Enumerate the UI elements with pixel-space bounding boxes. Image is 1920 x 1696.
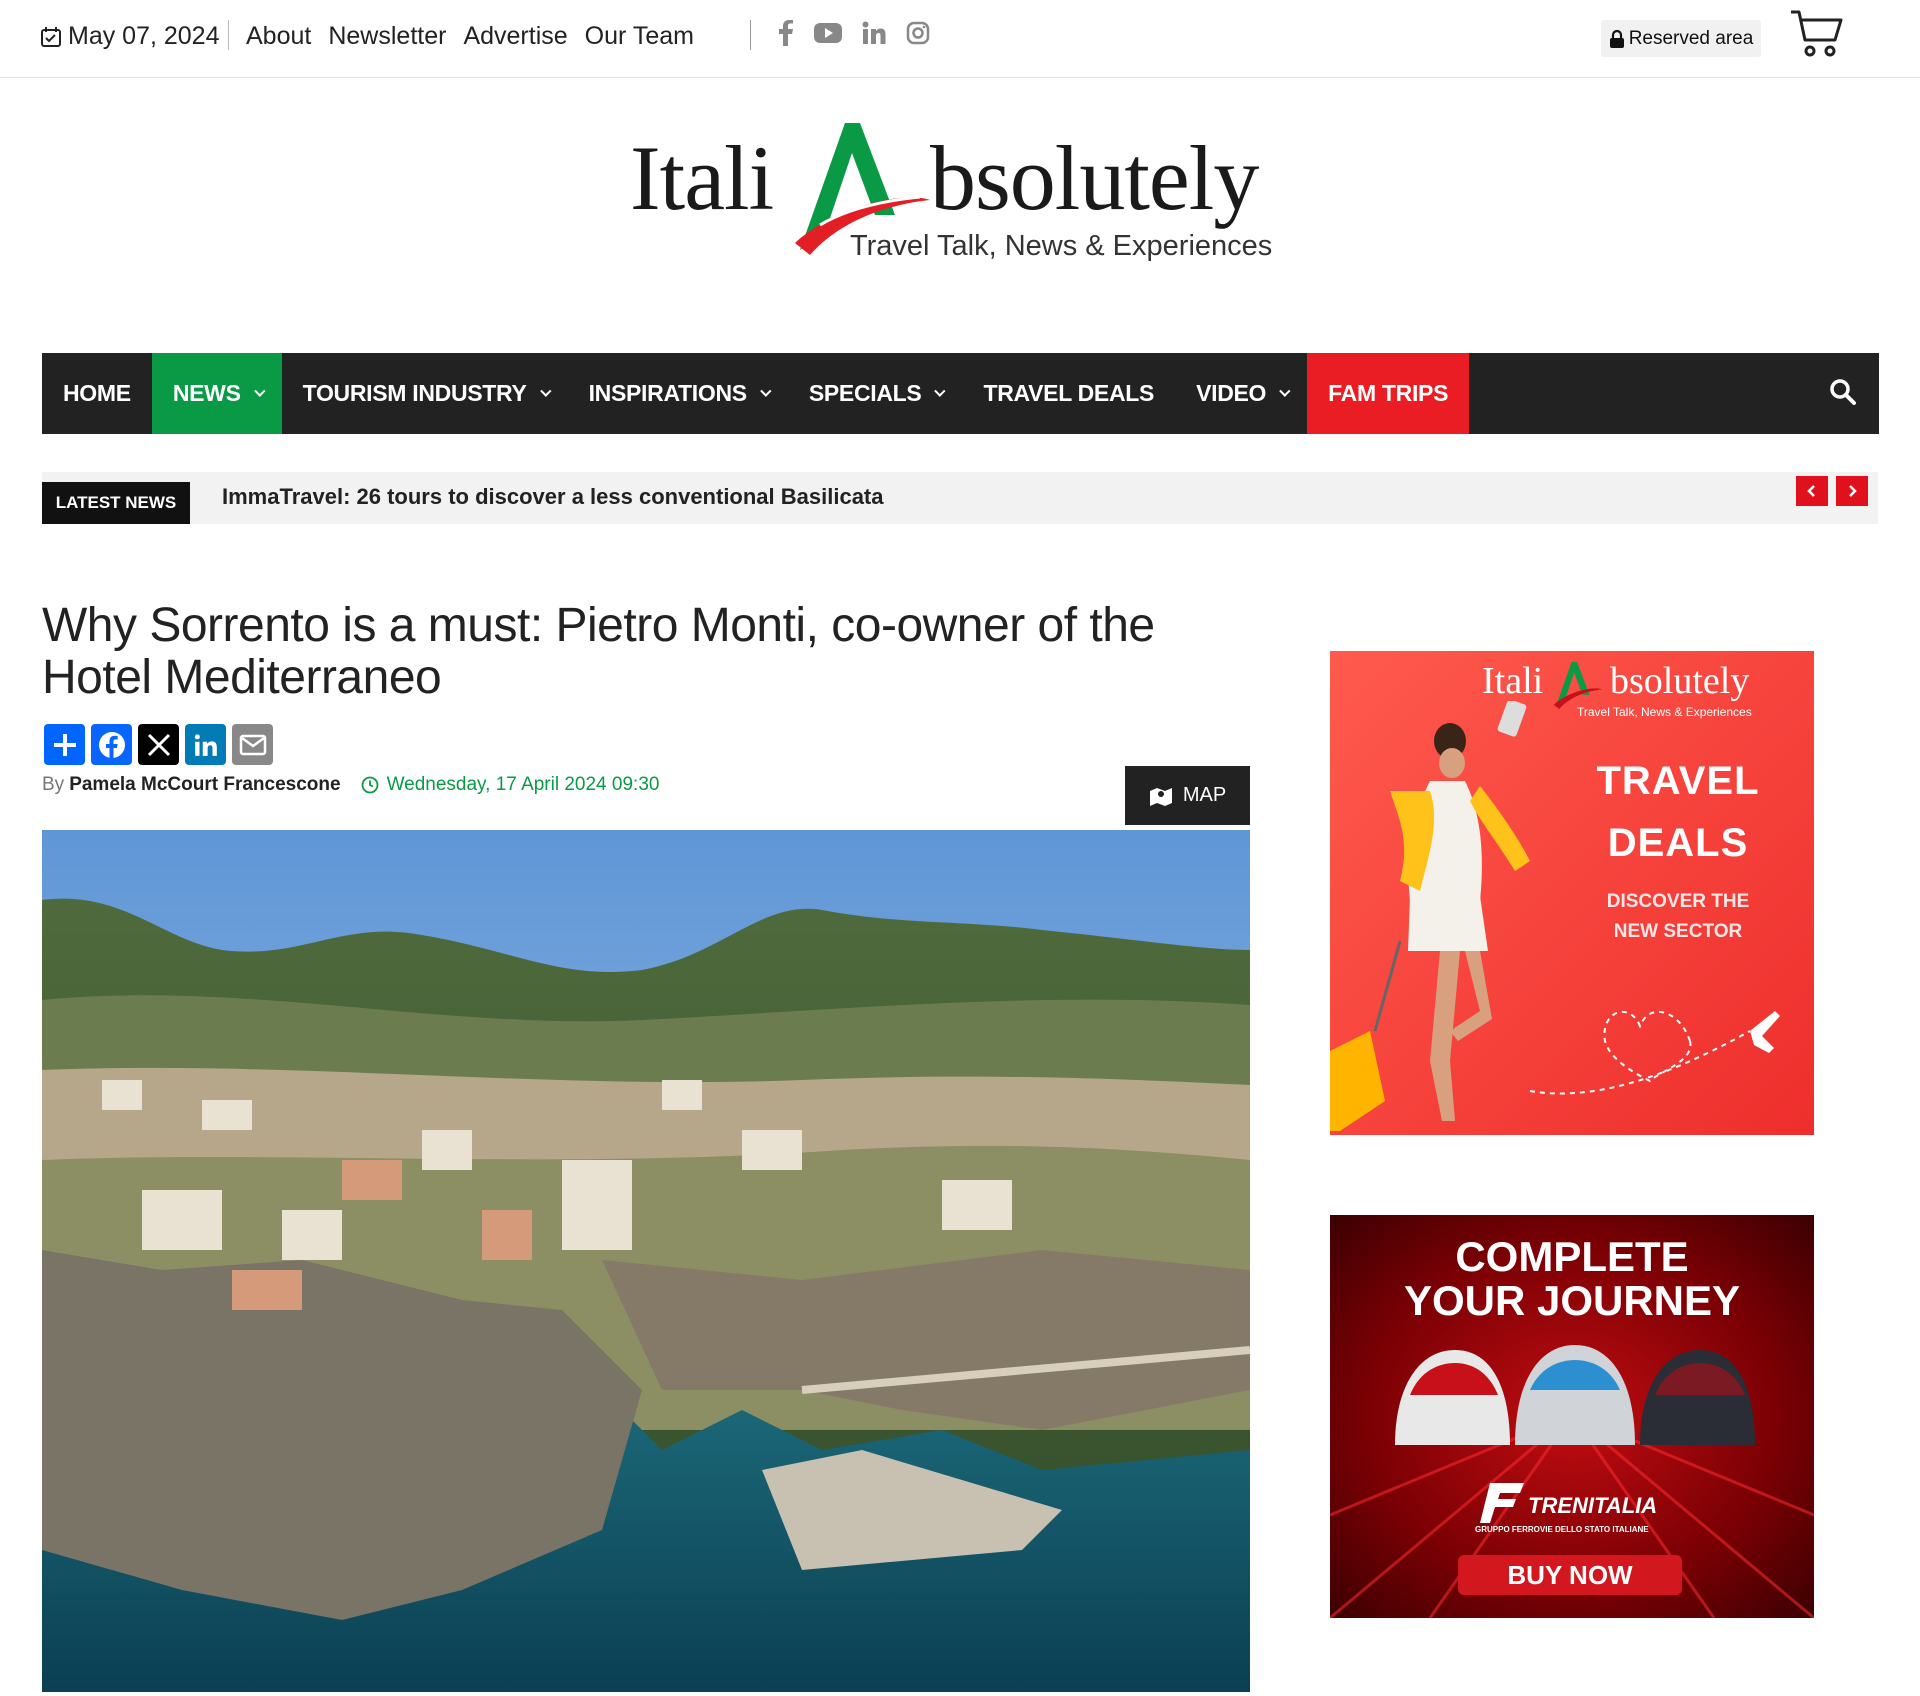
buy-now-label: BUY NOW <box>1507 1559 1633 1590</box>
by-label: By <box>42 774 65 795</box>
latest-news-ticker: LATEST NEWS ImmaTravel: 26 tours to disc… <box>42 472 1878 524</box>
instagram-icon[interactable] <box>906 21 930 45</box>
chevron-down-icon <box>759 385 772 397</box>
ad-sub-2: NEW SECTOR <box>1613 921 1743 942</box>
author-name[interactable]: Pamela McCourt Francescone <box>69 774 340 796</box>
article-hero-image <box>42 830 1250 1692</box>
trenitalia-brand: TRENITALIA <box>1528 1493 1658 1518</box>
nav-news[interactable]: NEWS <box>151 353 282 434</box>
share-x-button[interactable] <box>138 724 179 765</box>
share-add-button[interactable] <box>44 724 85 765</box>
heart-flight-path-icon <box>1529 1010 1780 1095</box>
nav-label: VIDEO <box>1196 380 1267 406</box>
ad-logo-word2: bsolutely <box>1610 660 1750 702</box>
nav-label: FAM TRIPS <box>1328 380 1449 406</box>
share-email-button[interactable] <box>232 724 273 765</box>
chevron-left-icon <box>1807 485 1815 497</box>
youtube-icon[interactable] <box>814 22 842 44</box>
link-our-team[interactable]: Our Team <box>585 22 694 51</box>
clock-icon <box>361 776 378 794</box>
ad-logo-word1: Itali <box>1482 660 1544 702</box>
trenitalia-logo-icon <box>1480 1483 1524 1523</box>
nav-specials[interactable]: SPECIALS <box>788 353 963 434</box>
nav-label: NEWS <box>172 380 241 406</box>
chevron-down-icon <box>934 385 946 397</box>
x-icon <box>147 733 170 756</box>
share-buttons <box>44 724 273 765</box>
email-icon <box>239 734 266 755</box>
nav-video[interactable]: VIDEO <box>1175 353 1307 434</box>
calendar-icon <box>41 26 61 47</box>
share-linkedin-button[interactable] <box>185 724 226 765</box>
reserved-area-label: Reserved area <box>1628 27 1754 49</box>
publish-date: Wednesday, 17 April 2024 09:30 <box>386 774 660 795</box>
ad-logo-tagline: Travel Talk, News & Experiences <box>1577 705 1752 719</box>
travel-deals-ad[interactable]: Itali bsolutely Travel Talk, News & Expe… <box>1330 651 1814 1135</box>
latest-news-badge: LATEST NEWS <box>42 482 190 524</box>
buy-now-button[interactable]: BUY NOW <box>1458 1555 1682 1595</box>
top-links: About Newsletter Advertise Our Team <box>246 22 694 51</box>
divider <box>750 20 751 50</box>
trenitalia-brand-sub: GRUPPO FERROVIE DELLO STATO ITALIANE <box>1475 1525 1649 1534</box>
chevron-down-icon <box>253 385 266 397</box>
nav-fam-trips[interactable]: FAM TRIPS <box>1307 353 1470 434</box>
divider <box>228 20 229 50</box>
site-logo[interactable]: Itali bsolutely Travel Talk, News & Expe… <box>630 115 1310 275</box>
linkedin-icon[interactable] <box>862 21 886 45</box>
ad-headline-2: DEALS <box>1607 821 1749 865</box>
chevron-right-icon <box>1849 485 1857 497</box>
main-navigation: HOME NEWS TOURISM INDUSTRY INSPIRATIONS … <box>42 353 1879 434</box>
logo-word-bsolutely: bsolutely <box>930 127 1259 229</box>
link-advertise[interactable]: Advertise <box>463 22 567 51</box>
nav-label: TRAVEL DEALS <box>983 380 1155 406</box>
search-icon[interactable] <box>1829 378 1857 406</box>
article-byline: By Pamela McCourt Francescone Wednesday,… <box>42 774 659 796</box>
facebook-icon[interactable] <box>778 20 794 46</box>
share-facebook-button[interactable] <box>91 724 132 765</box>
nav-home[interactable]: HOME <box>42 353 152 434</box>
nav-label: HOME <box>63 380 131 406</box>
ad-headline-1: TRAVEL <box>1596 759 1760 803</box>
nav-label: TOURISM INDUSTRY <box>302 380 527 406</box>
link-newsletter[interactable]: Newsletter <box>328 22 446 51</box>
cart-icon[interactable] <box>1789 8 1845 58</box>
ticker-prev-button[interactable] <box>1796 476 1828 506</box>
map-icon <box>1149 787 1172 806</box>
top-bar: May 07, 2024 About Newsletter Advertise … <box>0 0 1920 78</box>
ticker-next-button[interactable] <box>1836 476 1868 506</box>
map-label: MAP <box>1182 784 1227 806</box>
nav-inspirations[interactable]: INSPIRATIONS <box>568 353 788 434</box>
nav-tourism-industry[interactable]: TOURISM INDUSTRY <box>282 353 568 434</box>
link-about[interactable]: About <box>246 22 311 51</box>
ticker-headline[interactable]: ImmaTravel: 26 tours to discover a less … <box>222 484 884 510</box>
trenitalia-ad[interactable]: COMPLETE YOUR JOURNEY TRENITALIA GRUPPO … <box>1330 1215 1814 1618</box>
ad-sub-1: DISCOVER THE <box>1606 891 1750 912</box>
plus-icon <box>53 733 76 756</box>
chevron-down-icon <box>1279 385 1291 397</box>
logo-word-itali: Itali <box>630 127 774 229</box>
logo-tagline: Travel Talk, News & Experiences <box>850 230 1273 262</box>
trains-illustration <box>1395 1345 1755 1445</box>
nav-label: SPECIALS <box>808 380 922 406</box>
social-links <box>778 20 930 46</box>
map-button[interactable]: MAP <box>1125 766 1250 825</box>
date-text: May 07, 2024 <box>68 22 220 50</box>
nav-travel-deals[interactable]: TRAVEL DEALS <box>962 353 1175 434</box>
current-date: May 07, 2024 <box>40 22 220 51</box>
article-title: Why Sorrento is a must: Pietro Monti, co… <box>42 599 1155 704</box>
reserved-area-button[interactable]: Reserved area <box>1601 20 1761 57</box>
ad-headline-2: YOUR JOURNEY <box>1403 1277 1741 1324</box>
ad-headline-1: COMPLETE <box>1455 1233 1689 1280</box>
chevron-down-icon <box>539 385 552 397</box>
linkedin-icon <box>194 733 217 756</box>
lock-icon <box>1609 29 1624 48</box>
nav-label: INSPIRATIONS <box>588 380 748 406</box>
facebook-icon <box>98 731 125 759</box>
